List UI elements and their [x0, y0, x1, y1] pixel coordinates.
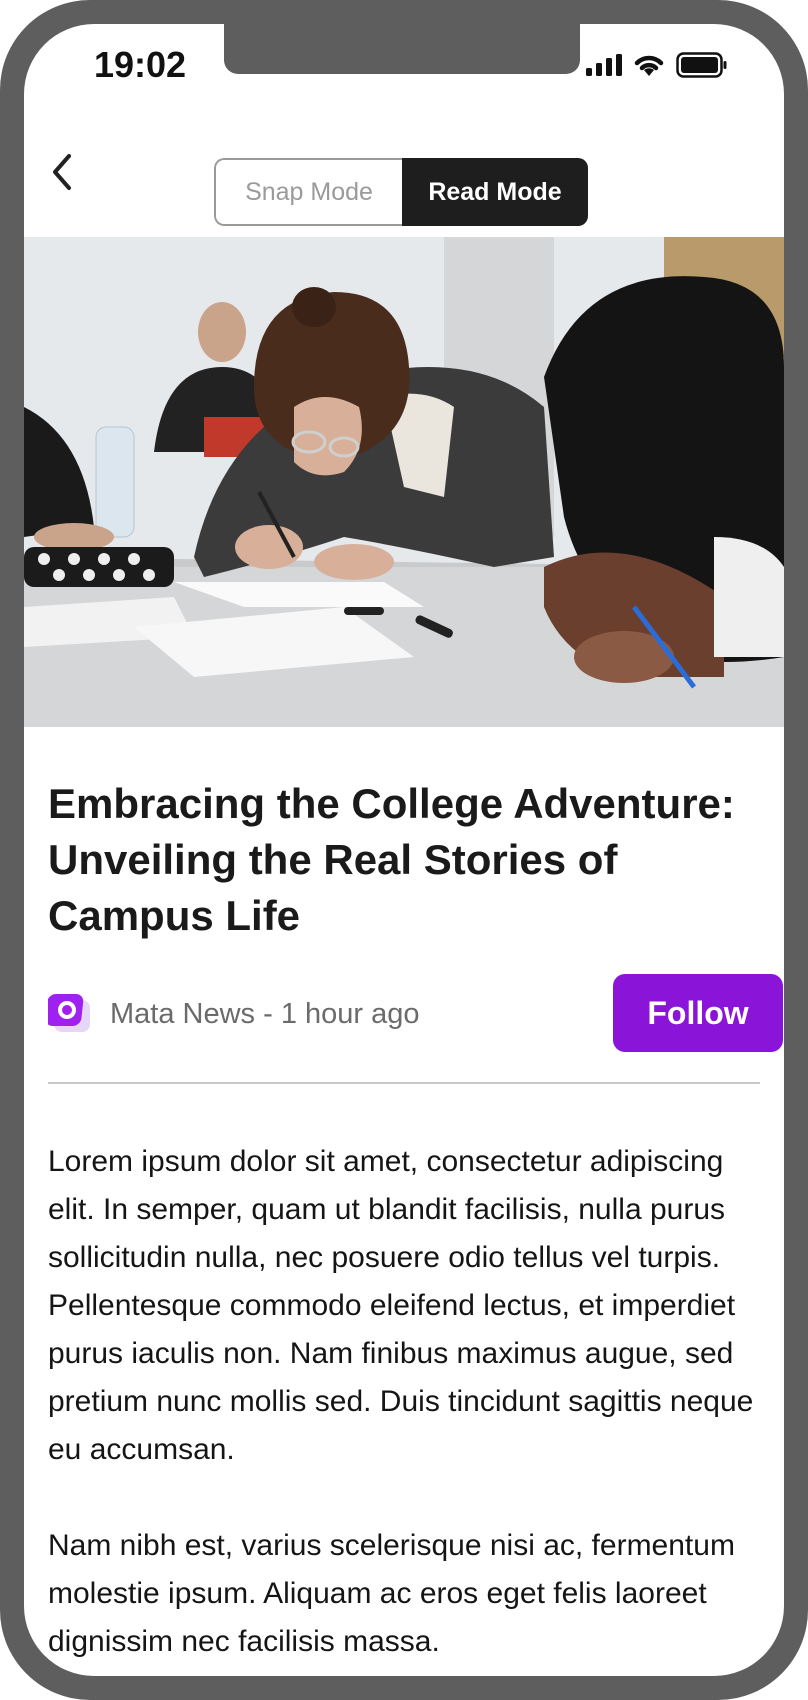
follow-button[interactable]: Follow	[613, 974, 783, 1052]
phone-frame: 19:02 Snap Mode Read Mode Embracing the …	[0, 0, 808, 1700]
article-body: Lorem ipsum dolor sit amet, consectetur …	[48, 1138, 760, 1676]
mode-toggle: Snap Mode Read Mode	[214, 158, 588, 226]
status-icons	[586, 50, 728, 80]
chevron-left-icon	[53, 154, 71, 190]
top-nav: Snap Mode Read Mode	[24, 134, 784, 226]
article-title: Embracing the College Adventure: Unveili…	[48, 780, 735, 939]
article-paragraph-1: Lorem ipsum dolor sit amet, consectetur …	[48, 1145, 754, 1466]
battery-icon	[676, 52, 728, 78]
snap-mode-tab[interactable]: Snap Mode	[214, 158, 402, 226]
article-hero-image	[24, 237, 784, 727]
signal-icon	[586, 54, 622, 76]
camera-notch	[224, 24, 580, 74]
source-meta[interactable]: Mata News - 1 hour ago	[110, 998, 419, 1031]
read-mode-tab[interactable]: Read Mode	[402, 158, 588, 226]
source-row: Mata News - 1 hour ago Follow	[45, 974, 783, 1054]
divider	[48, 1082, 760, 1084]
screen: 19:02 Snap Mode Read Mode Embracing the …	[24, 24, 784, 1676]
wifi-icon	[632, 52, 666, 78]
back-button[interactable]	[34, 144, 90, 200]
mata-news-logo-icon	[45, 994, 92, 1034]
status-time: 19:02	[94, 44, 187, 85]
article-paragraph-2: Nam nibh est, varius scelerisque nisi ac…	[48, 1529, 735, 1658]
